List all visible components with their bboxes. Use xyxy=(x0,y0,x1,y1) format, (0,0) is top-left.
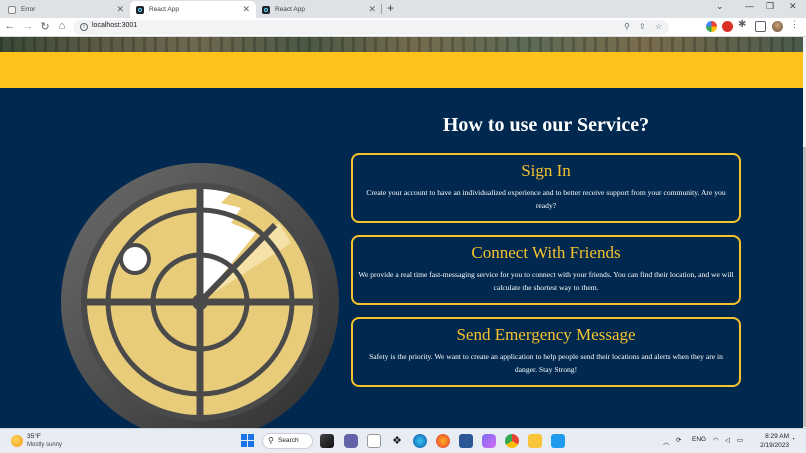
taskbar-search-box[interactable]: ⚲ Search xyxy=(262,433,313,449)
card-text: We provide a real time fast-messaging se… xyxy=(358,270,734,292)
section-title: How to use our Service? xyxy=(442,114,650,136)
weather-description[interactable]: Mostly sunny xyxy=(27,442,62,448)
forward-arrow-icon[interactable]: → xyxy=(21,20,35,32)
tab-strip: Error ✕ React App ✕ React App ✕ + ⌄ — ❐ … xyxy=(0,0,806,18)
weather-temperature[interactable]: 35°F xyxy=(27,433,41,440)
search-icon: ⚲ xyxy=(268,436,274,445)
windows-taskbar: 35°F Mostly sunny ⚲ Search ❖ ︿ ⟳ ENG ◠ ◁… xyxy=(0,428,806,453)
language-indicator[interactable]: ENG xyxy=(692,436,706,443)
microsoft-store-icon[interactable] xyxy=(459,434,473,448)
card-text: Safety is the priority. We want to creat… xyxy=(369,352,723,374)
address-bar[interactable]: i localhost:3001 ⚲ ⇪ ☆ xyxy=(73,20,669,35)
minimize-window-button[interactable]: — xyxy=(745,1,754,11)
tab-error[interactable]: Error ✕ xyxy=(2,1,130,18)
app-icon[interactable] xyxy=(482,434,496,448)
react-favicon-icon xyxy=(136,5,144,14)
side-panel-icon[interactable] xyxy=(755,21,766,32)
card-text: Create your account to have an individua… xyxy=(366,188,726,210)
warning-favicon-icon xyxy=(8,5,16,14)
extension-opera-icon[interactable] xyxy=(722,21,733,32)
back-arrow-icon[interactable]: ← xyxy=(3,20,17,32)
gold-banner xyxy=(0,52,803,88)
extensions-puzzle-icon[interactable]: ✱ xyxy=(738,19,749,30)
clock-time: 8:29 AM xyxy=(765,433,789,440)
weather-sun-icon[interactable] xyxy=(11,435,23,447)
bookmark-star-icon[interactable]: ☆ xyxy=(655,22,662,31)
radar-icon xyxy=(61,163,339,428)
vscode-icon[interactable] xyxy=(551,434,565,448)
notification-bell-icon[interactable]: ◔ xyxy=(791,436,795,443)
share-icon[interactable]: ⇪ xyxy=(639,22,646,31)
battery-icon[interactable]: ▭ xyxy=(737,436,743,444)
volume-icon[interactable]: ◁ xyxy=(725,436,730,444)
tab-react-app[interactable]: React App ✕ xyxy=(256,1,382,18)
amazon-icon[interactable] xyxy=(367,434,381,448)
url-text[interactable]: localhost:3001 xyxy=(92,22,137,29)
sync-icon[interactable]: ⟳ xyxy=(676,436,681,444)
new-tab-button[interactable]: + xyxy=(387,1,394,15)
card-send-emergency-message[interactable]: Send Emergency Message Safety is the pri… xyxy=(351,317,741,387)
restore-window-button[interactable]: ❐ xyxy=(766,1,774,12)
card-sign-in[interactable]: Sign In Create your account to have an i… xyxy=(351,153,741,223)
tab-title: React App xyxy=(275,6,305,13)
clock-date: 2/19/2023 xyxy=(760,442,789,449)
close-window-button[interactable]: ✕ xyxy=(789,1,797,12)
how-to-section: How to use our Service? Sign In Create y… xyxy=(0,88,803,428)
reload-icon[interactable]: ↻ xyxy=(38,20,52,33)
react-favicon-icon xyxy=(262,5,270,14)
extension-color-icon[interactable] xyxy=(706,21,717,32)
edge-browser-icon[interactable] xyxy=(413,434,427,448)
wifi-icon[interactable]: ◠ xyxy=(713,436,719,444)
close-tab-icon[interactable]: ✕ xyxy=(116,4,124,15)
site-info-icon[interactable]: i xyxy=(80,23,88,31)
profile-avatar[interactable] xyxy=(772,21,783,32)
dropbox-icon[interactable]: ❖ xyxy=(390,434,404,448)
tab-title: Error xyxy=(21,6,36,13)
card-connect-with-friends[interactable]: Connect With Friends We provide a real t… xyxy=(351,235,741,305)
system-clock[interactable]: 8:29 AM 2/19/2023 xyxy=(755,432,789,450)
tab-react-app-active[interactable]: React App ✕ xyxy=(130,1,256,18)
hero-image-strip xyxy=(0,37,803,52)
close-tab-icon[interactable]: ✕ xyxy=(242,4,250,15)
chrome-menu-icon[interactable]: ⋮ xyxy=(790,19,801,30)
close-tab-icon[interactable]: ✕ xyxy=(368,4,376,15)
start-windows-icon[interactable] xyxy=(241,434,254,447)
home-icon[interactable]: ⌂ xyxy=(55,20,69,32)
tab-divider xyxy=(381,4,382,14)
card-title: Sign In xyxy=(521,161,571,180)
file-explorer-icon[interactable] xyxy=(528,434,542,448)
search-label: Search xyxy=(278,437,299,444)
card-title: Send Emergency Message xyxy=(456,325,636,344)
show-hidden-icons-chevron-icon[interactable]: ︿ xyxy=(663,436,670,446)
firefox-icon[interactable] xyxy=(436,434,450,448)
tab-title: React App xyxy=(149,6,179,13)
teams-chat-icon[interactable] xyxy=(344,434,358,448)
page-viewport: How to use our Service? Sign In Create y… xyxy=(0,37,803,428)
card-title: Connect With Friends xyxy=(471,243,621,262)
chrome-icon[interactable] xyxy=(505,434,519,448)
tab-search-chevron-icon[interactable]: ⌄ xyxy=(716,1,724,12)
location-pin-icon[interactable]: ⚲ xyxy=(624,22,630,31)
browser-toolbar: ← → ↻ ⌂ i localhost:3001 ⚲ ⇪ ☆ ✱ ⋮ xyxy=(0,18,806,37)
task-view-icon[interactable] xyxy=(320,434,334,448)
